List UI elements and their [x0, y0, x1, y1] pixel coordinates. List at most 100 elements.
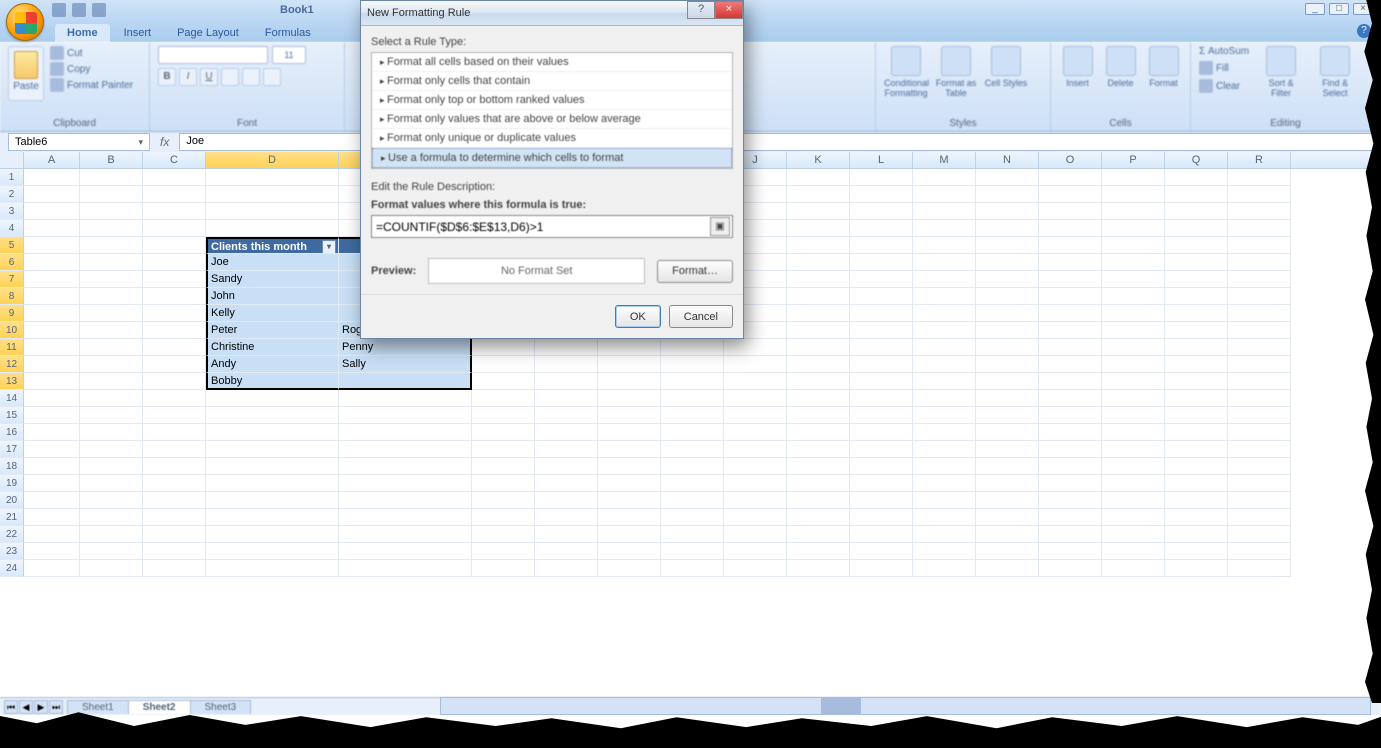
cell[interactable]	[80, 543, 143, 560]
name-box[interactable]: Table6▾	[8, 133, 150, 151]
cell[interactable]	[1102, 424, 1165, 441]
cell[interactable]	[1165, 322, 1228, 339]
cell[interactable]	[724, 509, 787, 526]
cell[interactable]	[80, 492, 143, 509]
cell[interactable]	[1102, 288, 1165, 305]
cell[interactable]	[724, 356, 787, 373]
horizontal-scrollbar[interactable]	[440, 697, 1371, 715]
cell[interactable]	[535, 356, 598, 373]
cell[interactable]	[206, 220, 339, 237]
cell[interactable]	[661, 356, 724, 373]
cell[interactable]	[1165, 509, 1228, 526]
cell[interactable]	[787, 543, 850, 560]
cell[interactable]: Clients this month▾	[206, 237, 339, 254]
cell[interactable]	[1165, 339, 1228, 356]
cell[interactable]	[724, 560, 787, 577]
cell[interactable]	[535, 560, 598, 577]
cell[interactable]	[472, 458, 535, 475]
cell[interactable]	[1165, 254, 1228, 271]
cell[interactable]	[787, 424, 850, 441]
formula-input[interactable]	[372, 216, 710, 237]
cell[interactable]	[850, 254, 913, 271]
cell[interactable]	[724, 441, 787, 458]
cell[interactable]	[206, 492, 339, 509]
cell[interactable]	[1102, 492, 1165, 509]
row-header[interactable]: 12	[0, 356, 24, 373]
cell[interactable]	[1039, 509, 1102, 526]
cell[interactable]	[1039, 458, 1102, 475]
cell[interactable]	[1102, 543, 1165, 560]
cell[interactable]	[472, 543, 535, 560]
cell[interactable]	[1039, 424, 1102, 441]
cell[interactable]	[598, 339, 661, 356]
cell[interactable]	[143, 475, 206, 492]
cell[interactable]	[661, 560, 724, 577]
cell[interactable]	[913, 271, 976, 288]
cell[interactable]	[80, 441, 143, 458]
cell[interactable]	[339, 390, 472, 407]
cell[interactable]	[1165, 560, 1228, 577]
cell[interactable]	[598, 560, 661, 577]
cell[interactable]: Andy	[206, 356, 339, 373]
cell[interactable]	[1165, 543, 1228, 560]
cell[interactable]	[1102, 339, 1165, 356]
cell[interactable]	[24, 254, 80, 271]
column-header[interactable]: C	[143, 152, 206, 168]
dialog-help-button[interactable]: ?	[687, 1, 715, 19]
cell[interactable]	[850, 526, 913, 543]
cell[interactable]	[1165, 237, 1228, 254]
cell[interactable]	[913, 424, 976, 441]
cell[interactable]	[80, 339, 143, 356]
cell[interactable]	[24, 441, 80, 458]
cell[interactable]	[143, 254, 206, 271]
cell[interactable]	[724, 458, 787, 475]
cell[interactable]	[724, 526, 787, 543]
cell[interactable]	[24, 203, 80, 220]
cell[interactable]	[787, 475, 850, 492]
cell[interactable]	[535, 475, 598, 492]
cell[interactable]	[850, 475, 913, 492]
cell[interactable]	[24, 356, 80, 373]
cell[interactable]	[206, 203, 339, 220]
cell[interactable]	[143, 169, 206, 186]
column-header[interactable]: B	[80, 152, 143, 168]
cell[interactable]	[24, 322, 80, 339]
cell[interactable]	[24, 373, 80, 390]
cell[interactable]	[535, 390, 598, 407]
cell[interactable]	[143, 271, 206, 288]
cell[interactable]	[850, 356, 913, 373]
row-header[interactable]: 14	[0, 390, 24, 407]
cell[interactable]	[976, 220, 1039, 237]
cell[interactable]	[850, 271, 913, 288]
cell[interactable]	[1228, 526, 1291, 543]
cell[interactable]	[24, 186, 80, 203]
scroll-thumb[interactable]	[821, 698, 861, 714]
cell[interactable]	[1102, 526, 1165, 543]
fill-button[interactable]: Fill	[1199, 61, 1249, 75]
cell[interactable]	[913, 475, 976, 492]
cell[interactable]	[143, 492, 206, 509]
cell[interactable]	[143, 458, 206, 475]
cell[interactable]	[976, 526, 1039, 543]
cell[interactable]	[1228, 322, 1291, 339]
cell[interactable]	[80, 322, 143, 339]
cell[interactable]	[24, 543, 80, 560]
cell[interactable]	[787, 203, 850, 220]
cell[interactable]	[472, 356, 535, 373]
delete-cells-button[interactable]: Delete	[1102, 46, 1139, 88]
cell[interactable]	[724, 492, 787, 509]
cell[interactable]	[1228, 203, 1291, 220]
cell[interactable]	[1228, 271, 1291, 288]
cell[interactable]	[598, 356, 661, 373]
row-header[interactable]: 9	[0, 305, 24, 322]
cell[interactable]	[787, 186, 850, 203]
cell[interactable]	[206, 526, 339, 543]
cell[interactable]	[80, 560, 143, 577]
cell[interactable]	[787, 305, 850, 322]
dialog-close-button[interactable]: ×	[715, 1, 743, 19]
cell[interactable]	[1165, 288, 1228, 305]
cell[interactable]	[206, 424, 339, 441]
cell[interactable]	[976, 492, 1039, 509]
column-header[interactable]: L	[850, 152, 913, 168]
cell[interactable]	[976, 356, 1039, 373]
